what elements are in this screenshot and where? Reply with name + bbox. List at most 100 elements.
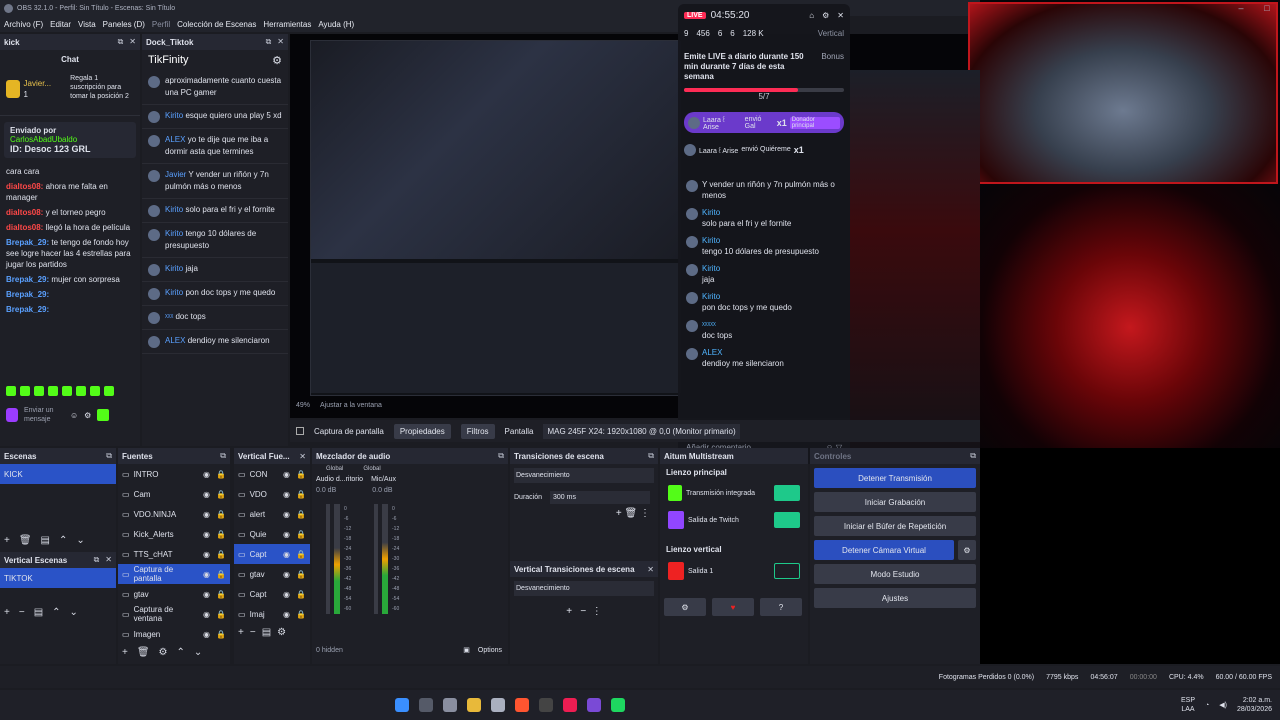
emote-icon[interactable] (34, 386, 44, 396)
fit-window-dropdown[interactable]: Ajustar a la ventana (320, 402, 382, 409)
vertical-source-item[interactable]: ▭ VDO ◉ 🔒 (234, 484, 310, 504)
gear-icon[interactable]: ⚙ (958, 540, 976, 560)
lock-icon[interactable]: 🔒 (216, 510, 226, 519)
vertical-source-item[interactable]: ▭ CON ◉ 🔒 (234, 464, 310, 484)
source-item[interactable]: ▭ Captura de pantalla ◉ 🔒 (118, 564, 230, 584)
lock-icon[interactable]: 🔒 (216, 590, 226, 599)
eye-icon[interactable]: ◉ (203, 630, 210, 639)
emote-icon[interactable] (62, 386, 72, 396)
delete-icon[interactable]: 🗑 (625, 508, 638, 519)
up-icon[interactable]: ⌃ (52, 607, 60, 618)
minimize-icon[interactable]: – (1228, 0, 1254, 16)
source-checkbox[interactable] (296, 427, 304, 435)
obs-icon[interactable] (539, 698, 553, 712)
emote-icon[interactable] (90, 386, 100, 396)
add-icon[interactable]: + (616, 508, 622, 519)
lock-icon[interactable]: 🔒 (216, 530, 226, 539)
lock-icon[interactable]: 🔒 (296, 610, 306, 619)
wifi-icon[interactable]: ◔ (1205, 702, 1209, 709)
up-icon[interactable]: ⌃ (59, 535, 67, 546)
eye-icon[interactable]: ◉ (283, 490, 290, 499)
stream-toggle-button[interactable] (774, 485, 800, 501)
source-item[interactable]: ▭ Cam ◉ 🔒 (118, 484, 230, 504)
tiktok-icon[interactable] (563, 698, 577, 712)
zoom-level[interactable]: 49% (296, 402, 310, 409)
options-dropdown[interactable]: Options (478, 647, 502, 654)
emote-icon[interactable] (20, 386, 30, 396)
gear-icon[interactable]: ⚙ (277, 627, 286, 638)
eye-icon[interactable]: ◉ (283, 530, 290, 539)
menu-tools[interactable]: Herramientas (263, 20, 311, 29)
float-icon[interactable]: ⧉ (970, 451, 976, 461)
vertical-source-item[interactable]: ▭ alert ◉ 🔒 (234, 504, 310, 524)
settings-button[interactable]: Ajustes (814, 588, 976, 608)
menu-profile[interactable]: Perfil (152, 20, 170, 29)
close-icon[interactable]: ✕ (837, 11, 844, 20)
vertical-source-item[interactable]: ▭ Capt ◉ 🔒 (234, 584, 310, 604)
lock-icon[interactable]: 🔒 (296, 550, 306, 559)
lock-icon[interactable]: 🔒 (296, 570, 306, 579)
eye-icon[interactable]: ◉ (203, 610, 210, 619)
float-icon[interactable]: ⧉ (648, 451, 654, 461)
smile-icon[interactable]: ☺ (70, 411, 78, 420)
gear-icon[interactable]: ⚙ (664, 598, 706, 616)
app-icon[interactable] (587, 698, 601, 712)
stream-toggle-button[interactable] (774, 563, 800, 579)
close-icon[interactable]: ✕ (299, 452, 306, 461)
float-icon[interactable]: ⧉ (106, 451, 112, 461)
float-icon[interactable]: ⧉ (220, 451, 226, 461)
vertical-transition-select[interactable]: Desvanecimiento (514, 581, 654, 596)
folder-icon[interactable] (467, 698, 481, 712)
menu-scene-collection[interactable]: Colección de Escenas (177, 20, 256, 29)
lock-icon[interactable]: 🔒 (296, 510, 306, 519)
menu-view[interactable]: Vista (78, 20, 96, 29)
delete-icon[interactable]: − (19, 607, 25, 618)
float-icon[interactable]: ⧉ (118, 37, 124, 47)
source-item[interactable]: ▭ Kick_Alerts ◉ 🔒 (118, 524, 230, 544)
transition-type-select[interactable]: Desvanecimiento (514, 468, 654, 483)
properties-button[interactable]: Propiedades (393, 423, 451, 439)
close-icon[interactable]: ✕ (105, 555, 112, 565)
add-icon[interactable]: + (122, 647, 128, 658)
close-icon[interactable]: ✕ (647, 565, 654, 574)
down-icon[interactable]: ⌄ (70, 607, 78, 618)
menu-file[interactable]: Archivo (F) (4, 20, 43, 29)
lock-icon[interactable]: ⌂ (809, 11, 814, 20)
lock-icon[interactable]: 🔒 (216, 610, 226, 619)
emote-icon[interactable] (76, 386, 86, 396)
source-item[interactable]: ▭ INTRO ◉ 🔒 (118, 464, 230, 484)
volume-slider[interactable] (374, 504, 378, 614)
eye-icon[interactable]: ◉ (283, 470, 290, 479)
brave-icon[interactable] (515, 698, 529, 712)
search-icon[interactable] (419, 698, 433, 712)
gear-icon[interactable]: ⚙ (822, 11, 829, 20)
gear-icon[interactable]: ⚙ (159, 647, 168, 658)
delete-icon[interactable]: − (580, 606, 586, 617)
up-icon[interactable]: ⌃ (177, 647, 185, 658)
scene-item[interactable]: KICK (0, 464, 116, 484)
close-icon[interactable]: ✕ (129, 37, 136, 47)
down-icon[interactable]: ⌄ (76, 535, 84, 546)
eye-icon[interactable]: ◉ (203, 490, 210, 499)
filters-button[interactable]: Filtros (460, 423, 495, 439)
emote-icon[interactable] (48, 386, 58, 396)
eye-icon[interactable]: ◉ (203, 590, 210, 599)
add-icon[interactable]: + (4, 535, 10, 546)
add-icon[interactable]: + (238, 627, 244, 638)
eye-icon[interactable]: ◉ (283, 510, 290, 519)
lock-icon[interactable]: 🔒 (216, 570, 226, 579)
lock-icon[interactable]: 🔒 (216, 630, 226, 639)
menu-edit[interactable]: Editar (50, 20, 71, 29)
source-item[interactable]: ▭ Captura de ventana ◉ 🔒 (118, 604, 230, 624)
filter-icon[interactable]: ▤ (41, 535, 50, 546)
lock-icon[interactable]: 🔒 (216, 490, 226, 499)
close-icon[interactable]: ✕ (277, 37, 284, 47)
send-icon[interactable] (97, 409, 110, 421)
duration-input[interactable]: 300 ms (550, 491, 651, 504)
source-item[interactable]: ▭ VDO.NINJA ◉ 🔒 (118, 504, 230, 524)
emote-icon[interactable] (104, 386, 114, 396)
vertical-source-item[interactable]: ▭ Capt ◉ 🔒 (234, 544, 310, 564)
down-icon[interactable]: ⌄ (194, 647, 202, 658)
menu-docks[interactable]: Paneles (D) (103, 20, 145, 29)
send-message-input[interactable]: Enviar un mensaje (24, 406, 64, 424)
